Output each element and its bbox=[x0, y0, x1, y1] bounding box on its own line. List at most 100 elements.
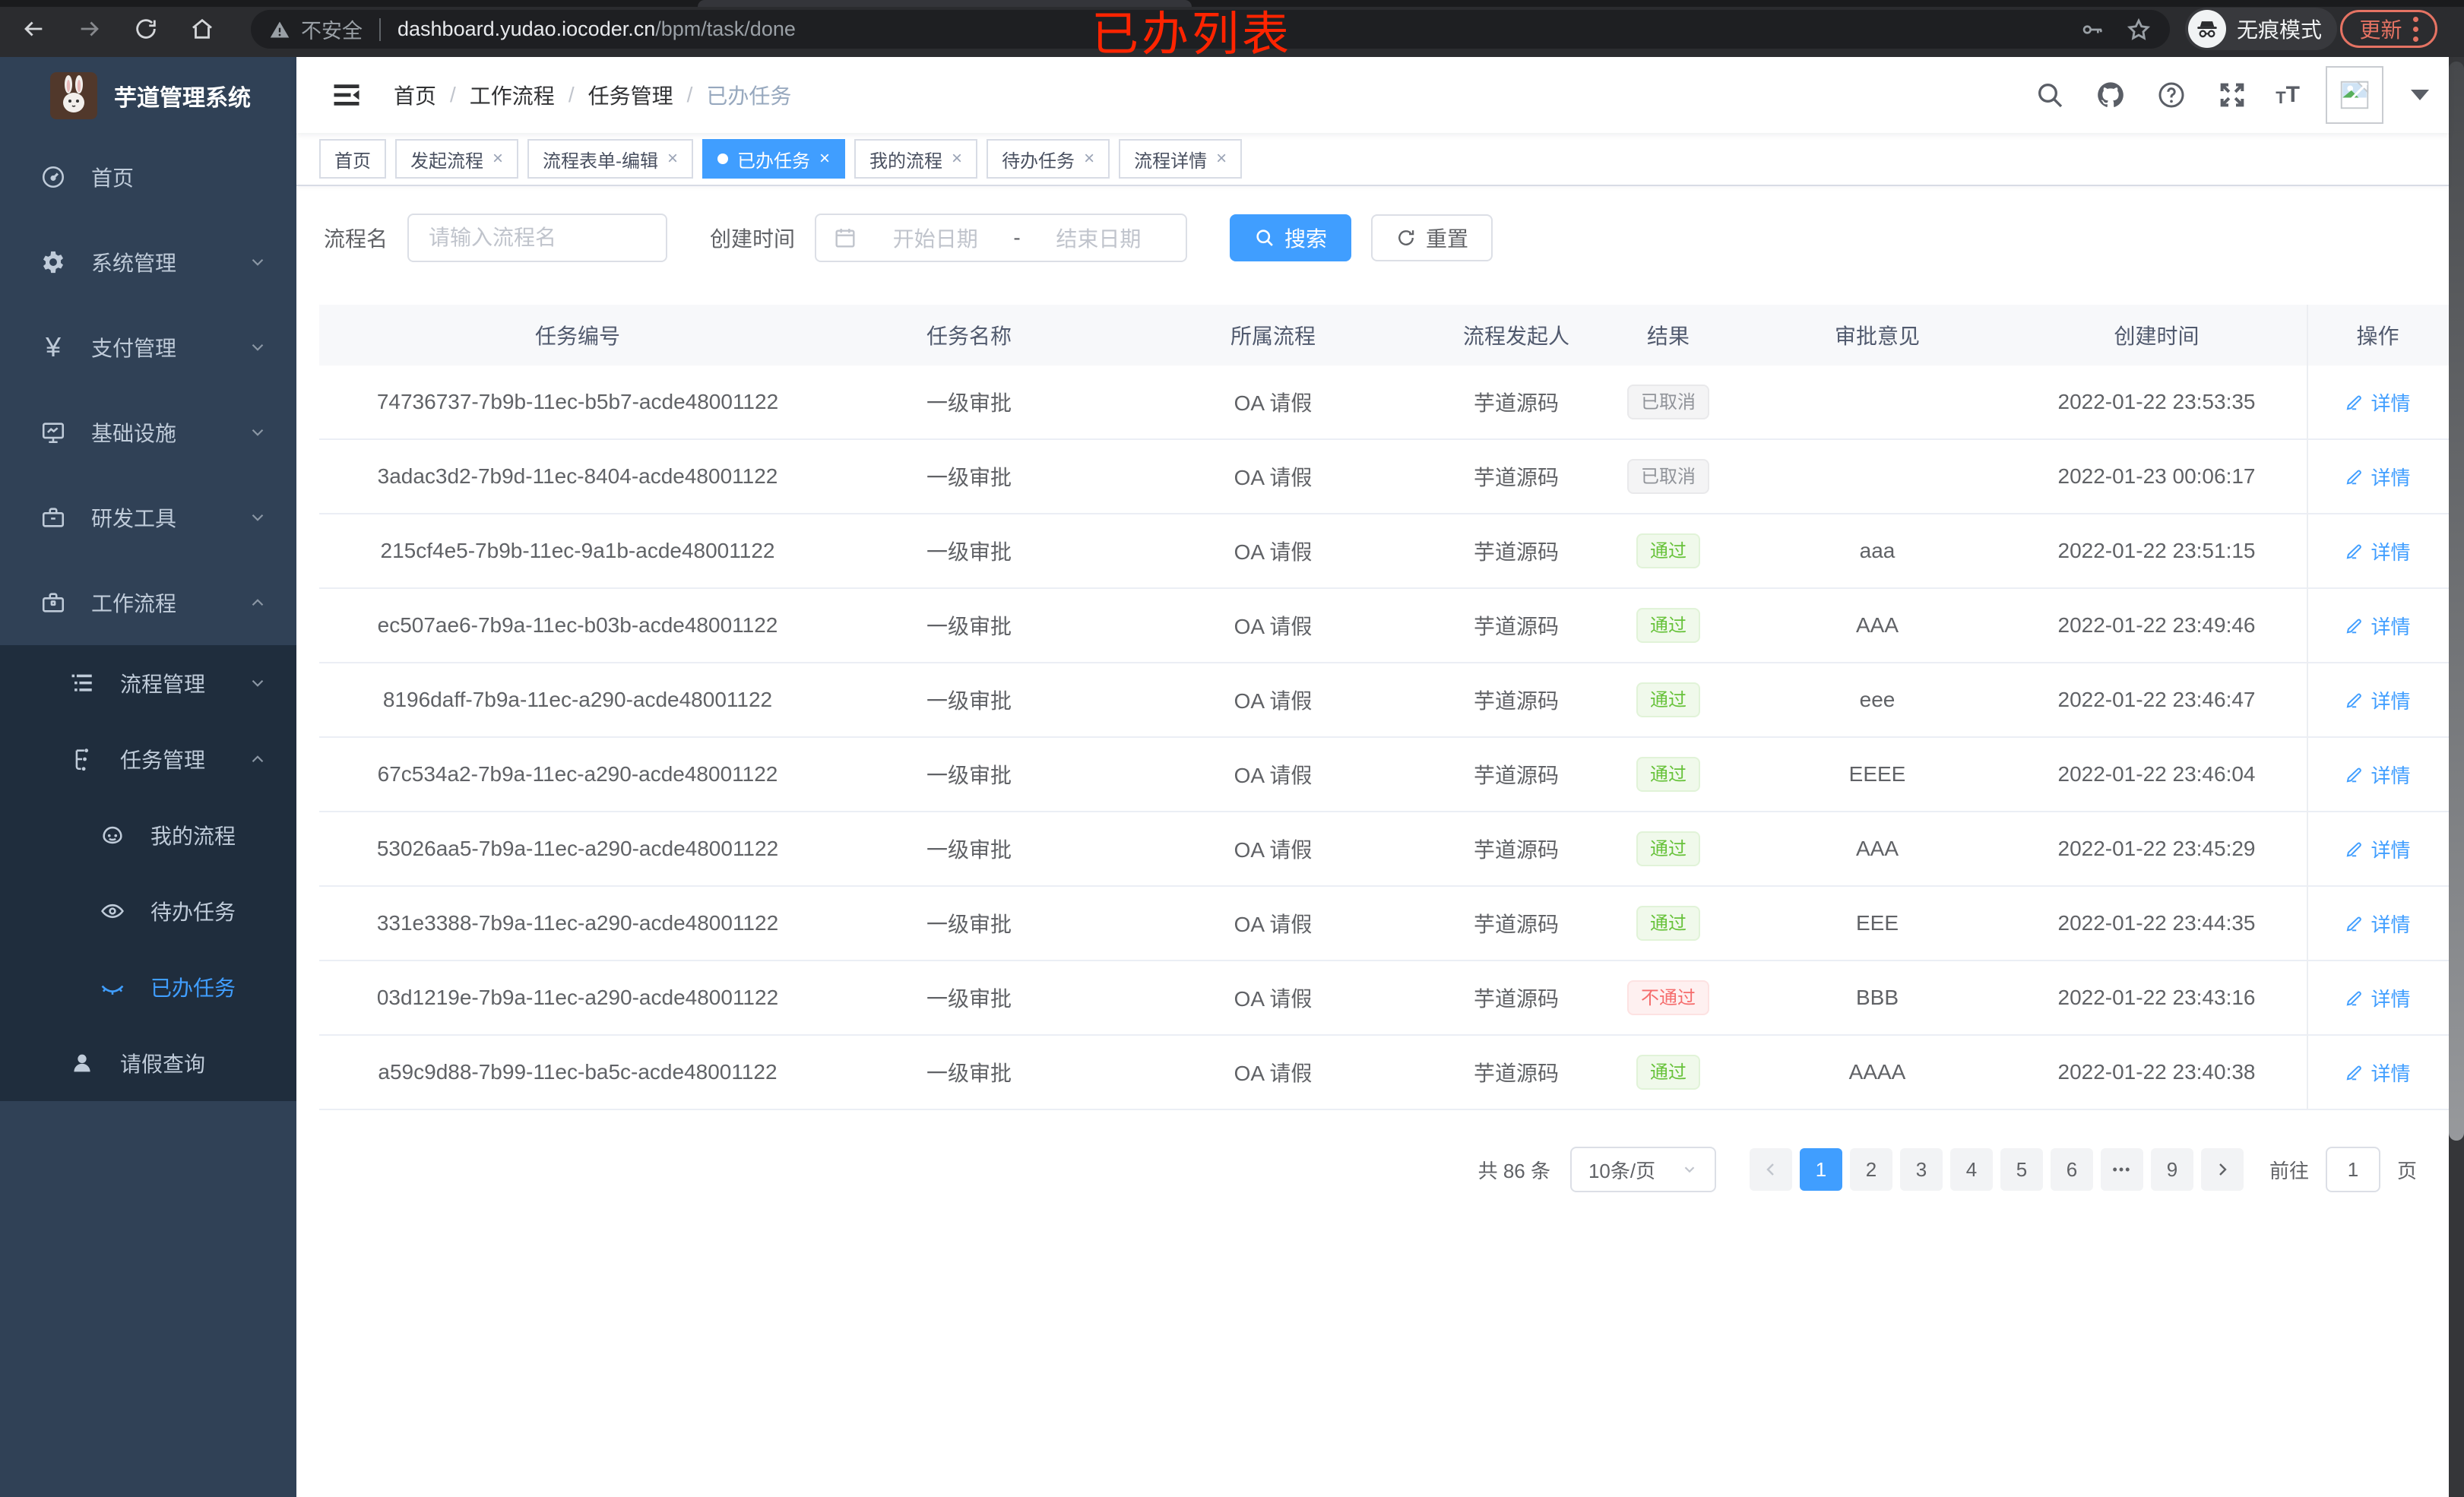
bookmark-star-icon[interactable] bbox=[2126, 17, 2152, 43]
font-size-icon[interactable]: TT bbox=[2276, 84, 2300, 106]
table-row: a59c9d88-7b99-11ec-ba5c-acde48001122 一级审… bbox=[319, 1035, 2449, 1110]
sidebar-item-todo-tasks[interactable]: 待办任务 bbox=[0, 873, 296, 949]
edit-icon bbox=[2347, 395, 2362, 410]
avatar-caret-icon[interactable] bbox=[2411, 90, 2429, 100]
sidebar-item-system[interactable]: 系统管理 bbox=[0, 220, 296, 305]
browser-menu-icon[interactable] bbox=[2412, 16, 2418, 42]
date-range-picker[interactable]: 开始日期 - 结束日期 bbox=[815, 214, 1188, 262]
tab-my-process[interactable]: 我的流程 × bbox=[854, 139, 978, 179]
cell-starter: 芋道源码 bbox=[1473, 913, 1559, 936]
table-row: 67c534a2-7b9a-11ec-a290-acde48001122 一级审… bbox=[319, 737, 2449, 812]
goto-page-input[interactable] bbox=[2325, 1147, 2380, 1192]
close-icon[interactable]: × bbox=[1216, 150, 1227, 168]
avatar[interactable] bbox=[2326, 66, 2383, 124]
fullscreen-icon[interactable] bbox=[2215, 78, 2250, 112]
update-label: 更新 bbox=[2359, 18, 2402, 42]
sidebar-logo[interactable]: 芋道管理系统 bbox=[0, 57, 296, 135]
detail-link[interactable]: 详情 bbox=[2345, 537, 2411, 565]
cell-created: 2022-01-22 23:46:47 bbox=[2057, 688, 2256, 711]
search-button[interactable]: 搜索 bbox=[1230, 214, 1352, 261]
detail-link[interactable]: 详情 bbox=[2345, 686, 2411, 714]
cell-comment: AAA bbox=[1855, 837, 1899, 860]
security-label[interactable]: 不安全 bbox=[301, 14, 363, 44]
sidebar-item-done-tasks[interactable]: 已办任务 bbox=[0, 949, 296, 1025]
page-button-6[interactable]: 6 bbox=[2050, 1148, 2093, 1191]
scrollbar[interactable] bbox=[2449, 57, 2464, 1497]
page-button-4[interactable]: 4 bbox=[1949, 1148, 1993, 1191]
browser-forward-button[interactable] bbox=[73, 12, 106, 46]
tab-todo-tasks[interactable]: 待办任务 × bbox=[987, 139, 1110, 179]
chevron-right-icon bbox=[2219, 1163, 2227, 1176]
sidebar-item-dev-tools[interactable]: 研发工具 bbox=[0, 475, 296, 560]
cell-process: OA 请假 bbox=[1234, 540, 1313, 564]
password-key-icon[interactable] bbox=[2080, 17, 2105, 42]
breadcrumb-home[interactable]: 首页 bbox=[394, 80, 436, 110]
cell-comment: AAAA bbox=[1848, 1060, 1906, 1084]
close-icon[interactable]: × bbox=[952, 150, 962, 168]
detail-link[interactable]: 详情 bbox=[2345, 612, 2411, 640]
cell-comment: EEE bbox=[1855, 911, 1899, 935]
chevron-left-icon bbox=[1766, 1163, 1774, 1176]
page-button-5[interactable]: 5 bbox=[2000, 1148, 2043, 1191]
detail-link[interactable]: 详情 bbox=[2345, 388, 2411, 416]
sidebar-item-leave-query[interactable]: 请假查询 bbox=[0, 1025, 296, 1101]
warning-icon bbox=[270, 21, 290, 37]
cell-process: OA 请假 bbox=[1234, 913, 1313, 936]
sidebar-item-process-management[interactable]: 流程管理 bbox=[0, 645, 296, 721]
detail-link[interactable]: 详情 bbox=[2345, 463, 2411, 491]
close-icon[interactable]: × bbox=[492, 150, 503, 168]
cell-task-name: 一级审批 bbox=[926, 689, 1012, 713]
cell-created: 2022-01-23 00:06:17 bbox=[2057, 464, 2256, 488]
page-button-2[interactable]: 2 bbox=[1849, 1148, 1892, 1191]
cell-task-name: 一级审批 bbox=[926, 913, 1012, 936]
sidebar-item-payment[interactable]: ¥ 支付管理 bbox=[0, 305, 296, 390]
page-button-1[interactable]: 1 bbox=[1799, 1148, 1842, 1191]
browser-home-button[interactable] bbox=[185, 12, 219, 46]
browser-back-button[interactable] bbox=[17, 12, 50, 46]
page-button-9[interactable]: 9 bbox=[2150, 1148, 2193, 1191]
search-icon[interactable] bbox=[2032, 78, 2067, 112]
more-pages-button[interactable]: ••• bbox=[2100, 1148, 2143, 1191]
page-button-3[interactable]: 3 bbox=[1899, 1148, 1943, 1191]
close-icon[interactable]: × bbox=[667, 150, 678, 168]
sidebar-toggle-icon[interactable] bbox=[330, 78, 363, 112]
prev-page-button[interactable] bbox=[1749, 1148, 1792, 1191]
toolbox-icon bbox=[38, 502, 68, 533]
cell-process: OA 请假 bbox=[1234, 1062, 1313, 1085]
cell-task-id: 3adac3d2-7b9d-11ec-8404-acde48001122 bbox=[377, 464, 778, 488]
tab-done-tasks[interactable]: 已办任务 × bbox=[702, 139, 846, 179]
detail-link[interactable]: 详情 bbox=[2345, 910, 2411, 938]
edit-icon bbox=[2347, 1065, 2362, 1081]
process-name-input[interactable] bbox=[407, 214, 668, 262]
close-icon[interactable]: × bbox=[1084, 150, 1094, 168]
page-size-select[interactable]: 10条/页 bbox=[1569, 1147, 1716, 1192]
sidebar-item-task-management[interactable]: 任务管理 bbox=[0, 721, 296, 797]
cell-task-id: 03d1219e-7b9a-11ec-a290-acde48001122 bbox=[376, 986, 779, 1009]
sidebar-item-my-process[interactable]: 我的流程 bbox=[0, 797, 296, 873]
browser-update-button[interactable]: 更新 bbox=[2340, 10, 2437, 48]
cell-task-name: 一级审批 bbox=[926, 764, 1012, 787]
detail-link[interactable]: 详情 bbox=[2345, 761, 2411, 789]
sidebar-item-workflow[interactable]: 工作流程 bbox=[0, 560, 296, 645]
sidebar-item-home[interactable]: 首页 bbox=[0, 135, 296, 220]
browser-reload-button[interactable] bbox=[129, 12, 163, 46]
next-page-button[interactable] bbox=[2200, 1148, 2244, 1191]
tab-form-edit[interactable]: 流程表单-编辑 × bbox=[527, 139, 694, 179]
help-icon[interactable] bbox=[2154, 78, 2189, 112]
status-badge: 已取消 bbox=[1627, 459, 1709, 494]
cell-process: OA 请假 bbox=[1234, 838, 1313, 862]
detail-link[interactable]: 详情 bbox=[2345, 1059, 2411, 1087]
status-badge: 通过 bbox=[1636, 757, 1700, 792]
tab-home[interactable]: 首页 bbox=[319, 139, 386, 179]
reset-button[interactable]: 重置 bbox=[1371, 214, 1493, 261]
detail-link[interactable]: 详情 bbox=[2345, 984, 2411, 1012]
detail-link[interactable]: 详情 bbox=[2345, 835, 2411, 863]
sidebar-item-infrastructure[interactable]: 基础设施 bbox=[0, 390, 296, 475]
close-icon[interactable]: × bbox=[819, 150, 830, 168]
scrollbar-thumb[interactable] bbox=[2449, 62, 2464, 1141]
tab-process-detail[interactable]: 流程详情 × bbox=[1119, 139, 1243, 179]
tab-start-process[interactable]: 发起流程 × bbox=[395, 139, 519, 179]
col-actions: 操作 bbox=[2307, 305, 2447, 366]
cell-task-name: 一级审批 bbox=[926, 466, 1012, 489]
github-icon[interactable] bbox=[2093, 78, 2128, 112]
